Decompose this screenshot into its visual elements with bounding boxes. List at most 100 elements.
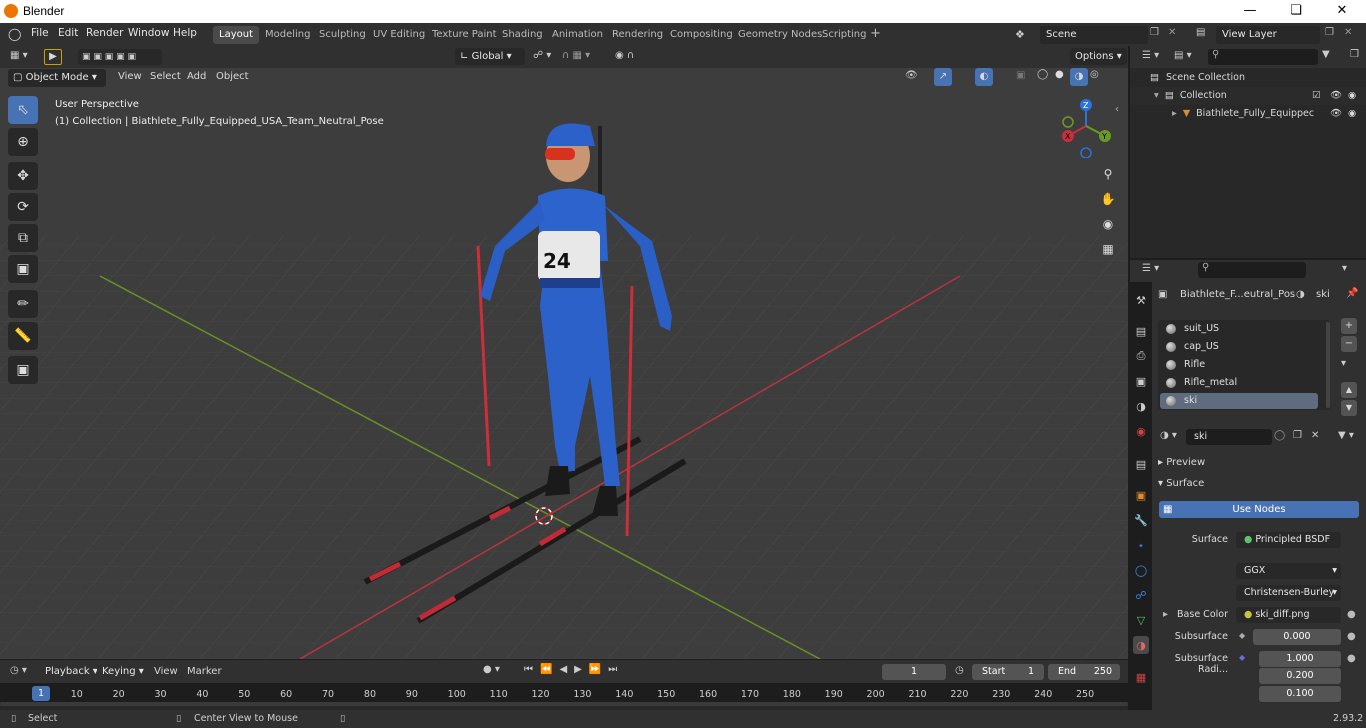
- menu-window[interactable]: Window: [128, 27, 169, 39]
- visibility-eye-icon[interactable]: 👁: [1330, 87, 1342, 105]
- surface-shader-field[interactable]: ● Principled BSDF: [1236, 532, 1341, 548]
- expand-arrow-icon[interactable]: ▸: [1172, 108, 1177, 119]
- add-slot-button[interactable]: +: [1341, 318, 1357, 334]
- particles-tab-icon[interactable]: ⋆: [1133, 536, 1149, 554]
- maximize-button[interactable]: ❏: [1273, 0, 1319, 23]
- unlink-material-icon[interactable]: ✕: [1311, 430, 1319, 441]
- list-item[interactable]: cap_US: [1160, 339, 1318, 355]
- physics-tab-icon[interactable]: ◯: [1133, 561, 1149, 579]
- exclude-checkbox-icon[interactable]: ☑: [1312, 87, 1321, 105]
- playback-menu[interactable]: Playback ▾: [40, 663, 103, 681]
- remove-view-layer-icon[interactable]: ✕: [1344, 27, 1352, 38]
- 3d-viewport[interactable]: 24 ▢ Object Mode ▾ View Select Add Objec…: [0, 46, 1128, 659]
- minimize-button[interactable]: —: [1227, 0, 1273, 23]
- timeline-editor-icon[interactable]: ◷ ▾: [10, 665, 27, 676]
- data-tab-icon[interactable]: ▽: [1133, 611, 1149, 629]
- selection-mode-icons[interactable]: ▣ ▣ ▣ ▣ ▣: [78, 49, 162, 65]
- keyframe-dot-icon[interactable]: ●: [1347, 609, 1356, 620]
- blender-menu-icon[interactable]: ◯: [8, 27, 21, 41]
- tab-scripting[interactable]: Scripting: [816, 26, 872, 44]
- move-tool-icon[interactable]: ✥: [8, 162, 38, 190]
- constraints-tab-icon[interactable]: ☍: [1133, 586, 1149, 604]
- transform-orientation-dropdown[interactable]: ∟ Global ▾: [455, 48, 525, 65]
- select-box-tool-icon[interactable]: ⬁: [8, 96, 38, 124]
- navigation-gizmo[interactable]: Z Y X: [1058, 98, 1118, 158]
- solid-shading-icon[interactable]: ●: [1055, 69, 1064, 80]
- view-layer-field[interactable]: View Layer: [1216, 26, 1320, 44]
- tab-animation[interactable]: Animation: [546, 26, 609, 44]
- pivot-point-icon[interactable]: ☍ ▾: [533, 50, 551, 61]
- tool-tab-icon[interactable]: ⚒: [1133, 291, 1149, 309]
- wireframe-shading-icon[interactable]: ◯: [1037, 69, 1048, 80]
- properties-search-input[interactable]: ⚲: [1198, 262, 1306, 278]
- outliner-search-input[interactable]: ⚲: [1208, 49, 1318, 65]
- world-tab-icon[interactable]: ◉: [1133, 422, 1149, 440]
- end-frame-field[interactable]: End 250: [1048, 664, 1120, 680]
- active-tool-icon[interactable]: ▶: [44, 49, 62, 65]
- list-item[interactable]: suit_US: [1160, 321, 1318, 337]
- list-scrollbar[interactable]: [1326, 322, 1330, 408]
- tab-modeling[interactable]: Modeling: [259, 26, 317, 44]
- tab-compositing[interactable]: Compositing: [664, 26, 739, 44]
- tab-geometry-nodes[interactable]: Geometry Nodes: [732, 26, 828, 44]
- scene-icon[interactable]: ❖: [1015, 28, 1025, 41]
- xray-icon[interactable]: ▣: [1016, 70, 1025, 81]
- pin-icon[interactable]: 📌: [1346, 288, 1358, 299]
- browse-material-icon[interactable]: ◑ ▾: [1160, 430, 1177, 441]
- base-color-texture-field[interactable]: ● ski_diff.png: [1236, 607, 1341, 623]
- filter-icon[interactable]: ▼: [1322, 49, 1330, 60]
- current-frame-field[interactable]: 1: [882, 664, 946, 680]
- new-collection-icon[interactable]: ❐: [1350, 49, 1359, 60]
- menu-file[interactable]: File: [31, 27, 49, 39]
- ortho-grid-icon[interactable]: ▦: [1097, 238, 1119, 260]
- menu-edit[interactable]: Edit: [58, 27, 78, 39]
- timeline[interactable]: ◷ ▾ Playback ▾ Keying ▾ View Marker ● ▾ …: [0, 660, 1128, 710]
- keyframe-dot-icon[interactable]: ●: [1347, 653, 1356, 664]
- vp-menu-object[interactable]: Object: [216, 71, 249, 82]
- duplicate-material-icon[interactable]: ❐: [1293, 430, 1302, 441]
- visibility-icon[interactable]: 👁: [905, 70, 918, 81]
- outliner-editor-icon[interactable]: ☰ ▾: [1142, 50, 1159, 61]
- object-render-camera-icon[interactable]: ◉: [1348, 105, 1356, 123]
- outliner-row-scene-collection[interactable]: ▤ Scene Collection: [1130, 69, 1366, 87]
- editor-type-icon[interactable]: ▦ ▾: [10, 50, 28, 61]
- remove-scene-icon[interactable]: ✕: [1168, 27, 1176, 38]
- material-filter-icon[interactable]: ▼ ▾: [1338, 430, 1354, 441]
- tab-sculpting[interactable]: Sculpting: [313, 26, 372, 44]
- current-frame-marker[interactable]: 1: [32, 686, 50, 701]
- modifiers-tab-icon[interactable]: 🔧: [1133, 511, 1149, 529]
- vp-menu-select[interactable]: Select: [150, 71, 181, 82]
- tab-shading[interactable]: Shading: [496, 26, 549, 44]
- transform-tool-icon[interactable]: ▣: [8, 255, 38, 283]
- options-dropdown[interactable]: Options ▾: [1070, 48, 1127, 65]
- new-view-layer-icon[interactable]: ❐: [1325, 27, 1334, 38]
- use-nodes-button[interactable]: ▦ Use Nodes: [1159, 501, 1359, 518]
- subsurface-value-field[interactable]: 0.000: [1253, 629, 1341, 645]
- render-tab-icon[interactable]: ▤: [1133, 322, 1149, 340]
- camera-view-icon[interactable]: ◉: [1097, 213, 1119, 235]
- menu-render[interactable]: Render: [86, 27, 123, 39]
- rendered-shading-icon[interactable]: ◎: [1090, 69, 1099, 80]
- subsurface-method-dropdown[interactable]: Christensen-Burley ▾: [1236, 585, 1341, 601]
- scale-tool-icon[interactable]: ⧉: [8, 224, 38, 252]
- collection-tab-icon[interactable]: ▤: [1133, 455, 1149, 473]
- render-camera-icon[interactable]: ◉: [1348, 87, 1356, 105]
- outliner[interactable]: ☰ ▾ ▤ ▾ ⚲ ▼ ❐ ▤ Scene Collection ▾ ▤ Col…: [1130, 46, 1366, 258]
- tab-layout[interactable]: Layout: [213, 26, 259, 44]
- zoom-icon[interactable]: ⚲: [1097, 163, 1119, 185]
- tab-texture-paint[interactable]: Texture Paint: [426, 26, 503, 44]
- texture-tab-icon[interactable]: ▦: [1133, 668, 1149, 686]
- timeline-marker-menu[interactable]: Marker: [187, 666, 222, 677]
- list-item-selected[interactable]: ski: [1160, 393, 1318, 409]
- gizmo-toggle-icon[interactable]: ↗: [934, 68, 952, 86]
- material-name-field[interactable]: ski: [1186, 429, 1272, 445]
- properties-options-icon[interactable]: ▾: [1342, 263, 1347, 274]
- tab-rendering[interactable]: Rendering: [606, 26, 669, 44]
- move-slot-up-button[interactable]: ▲: [1341, 382, 1357, 398]
- vp-menu-add[interactable]: Add: [187, 71, 206, 82]
- timeline-scrollbar[interactable]: [0, 702, 1128, 706]
- keying-menu[interactable]: Keying ▾: [97, 663, 149, 681]
- collapse-arrow-icon[interactable]: ▾: [1154, 90, 1159, 101]
- record-icon[interactable]: ● ▾: [483, 664, 500, 675]
- object-visibility-eye-icon[interactable]: 👁: [1330, 105, 1342, 123]
